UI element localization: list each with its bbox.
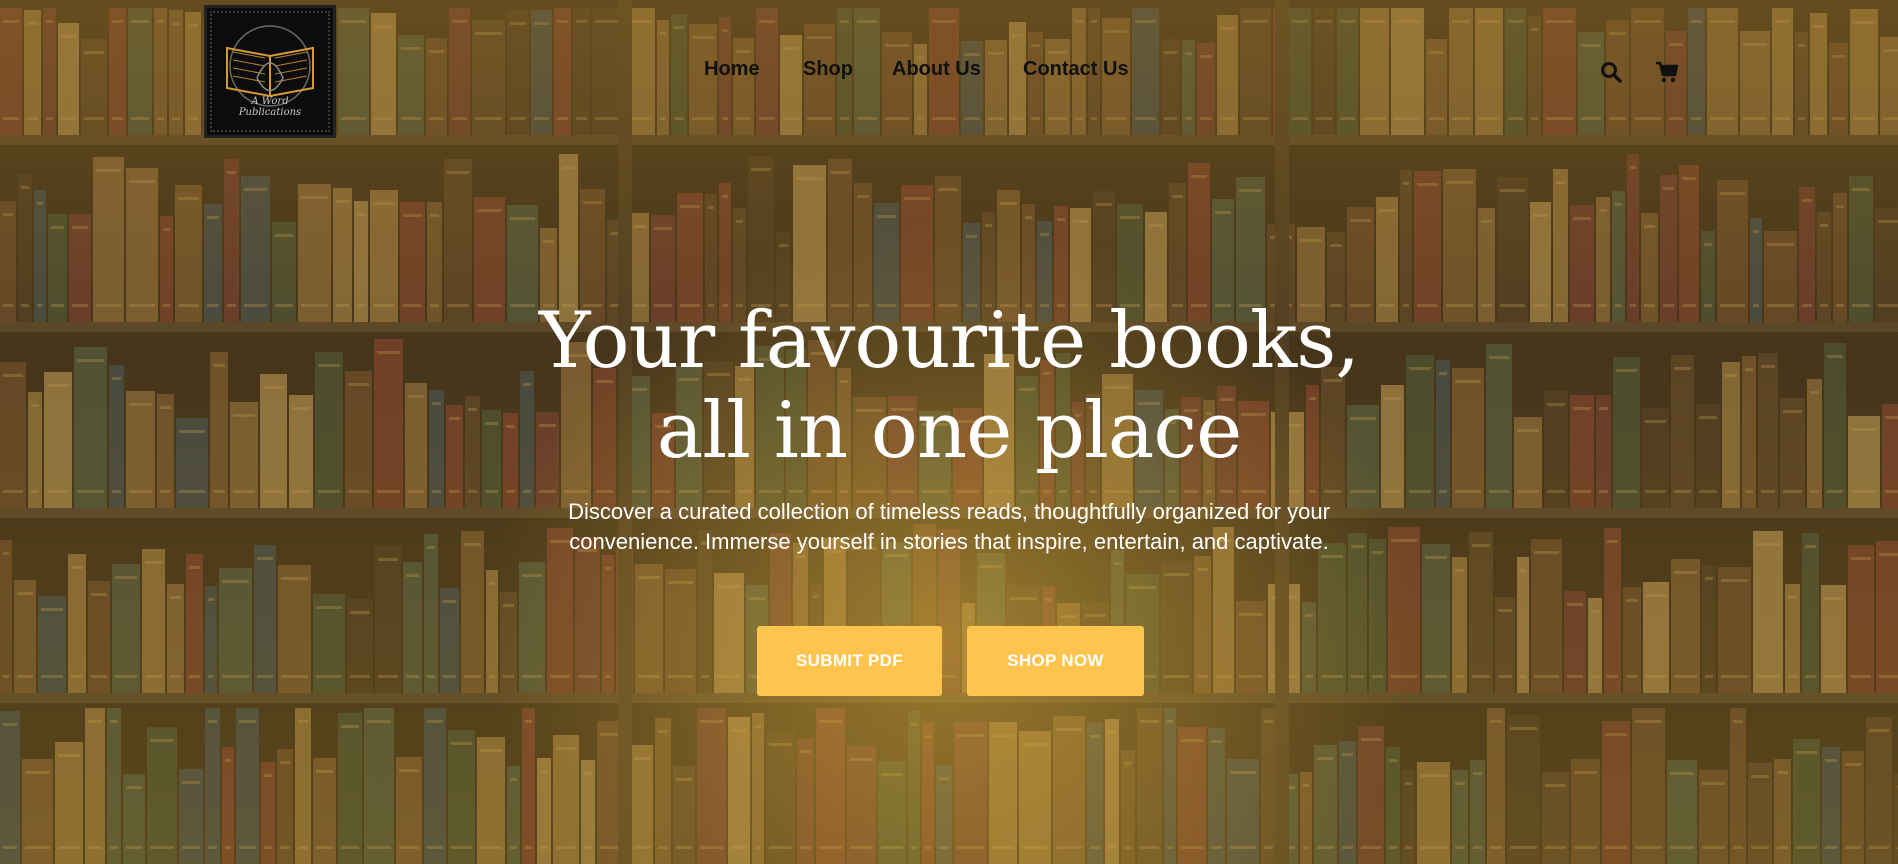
logo-text-line2: Publications [238,107,302,118]
nav-about-us[interactable]: About Us [892,58,981,81]
shop-now-button[interactable]: SHOP NOW [967,626,1144,696]
logo-text: A Word Publications [207,96,333,118]
nav-contact-us[interactable]: Contact Us [1023,58,1129,81]
nav-shop[interactable]: Shop [803,58,853,81]
hero-subtext: Discover a curated collection of timeles… [568,499,1330,554]
logo-text-line1: A Word [251,96,289,107]
hero-section: A Word Publications Home Shop About Us C… [0,0,1898,864]
headline-line2: all in one place [656,386,1243,476]
site-logo[interactable]: A Word Publications [204,5,336,138]
headline-line1: Your favourite books, [538,296,1360,386]
hero-headline: Your favourite books, all in one place [449,296,1449,476]
search-button[interactable] [1599,60,1623,84]
submit-pdf-button[interactable]: SUBMIT PDF [757,626,942,696]
nav-home[interactable]: Home [704,58,760,81]
search-icon [1601,62,1622,83]
cart-icon [1656,61,1679,83]
cart-button[interactable] [1655,60,1679,84]
